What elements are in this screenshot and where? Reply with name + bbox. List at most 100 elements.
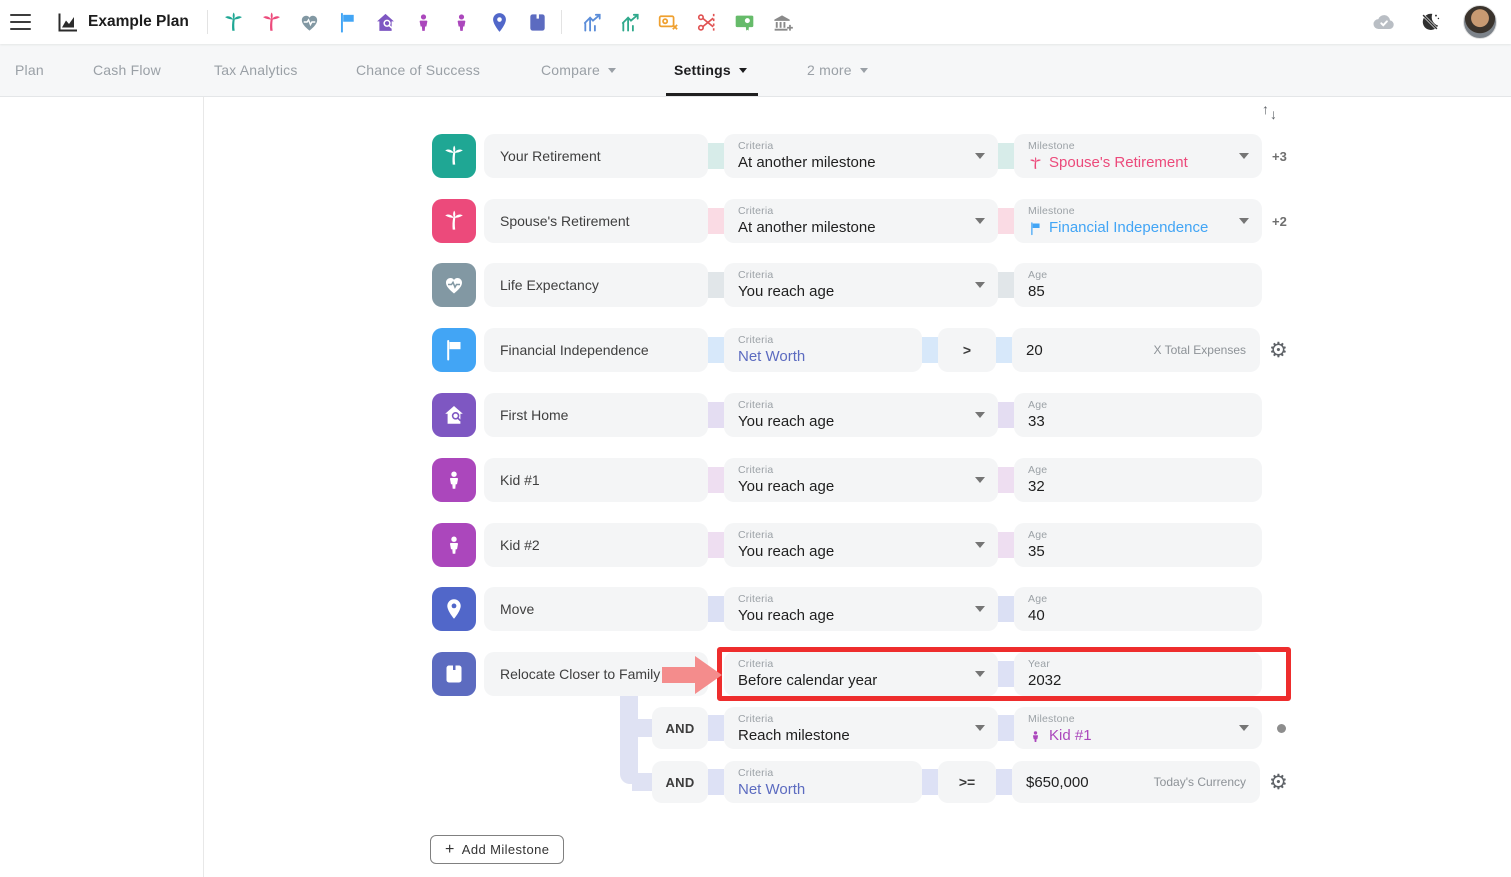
connector [708,769,724,795]
palm-icon[interactable] [260,11,283,34]
flag-icon[interactable] [336,11,359,34]
milestone-row: Spouse's Retirement Criteria At another … [432,199,1287,243]
age-field[interactable]: Age 33 [1014,393,1262,437]
tab-settings[interactable]: Settings [674,44,747,96]
chart-trend-icon[interactable] [581,11,604,34]
palm-icon[interactable] [432,134,476,178]
criteria-select[interactable]: Criteria You reach age [724,393,998,437]
chevron-down-icon [975,671,985,677]
connector [708,143,724,169]
criteria-select[interactable]: Criteria Net Worth [724,761,922,803]
connector [708,272,724,298]
heart-pulse-icon[interactable] [298,11,321,34]
pin-icon[interactable] [488,11,511,34]
value-field[interactable]: $650,000 Today's Currency [1012,761,1260,803]
condition-tree-connector [632,773,652,791]
chevron-down-icon [975,282,985,288]
milestone-row: First Home Criteria You reach age Age 33 [432,393,1262,437]
active-tab-indicator [666,93,758,96]
age-field[interactable]: Age 35 [1014,523,1262,567]
person-icon[interactable] [450,11,473,34]
chevron-down-icon [1239,725,1249,731]
person-icon[interactable] [432,523,476,567]
chevron-down-icon [860,68,868,73]
tab-cash-flow[interactable]: Cash Flow [93,44,161,96]
unit-suffix: X Total Expenses [1153,343,1246,357]
gear-icon[interactable]: ⚙ [1269,340,1288,361]
area-chart-logo-icon [56,10,80,34]
age-field[interactable]: Age 32 [1014,458,1262,502]
add-milestone-button[interactable]: + Add Milestone [430,835,564,864]
age-field[interactable]: Age 40 [1014,587,1262,631]
milestone-select[interactable]: Milestone Kid #1 [1014,707,1262,749]
tab-plan[interactable]: Plan [15,44,44,96]
scissors-icon[interactable] [695,11,718,34]
dark-mode-toggle-icon[interactable] [1419,11,1441,33]
milestone-row: Your Retirement Criteria At another mile… [432,134,1287,178]
gear-icon[interactable]: ⚙ [1269,772,1288,793]
house-search-icon[interactable] [374,11,397,34]
tab-tax-analytics[interactable]: Tax Analytics [214,44,298,96]
palm-icon[interactable] [222,11,245,34]
comparator-select[interactable]: >= [938,761,996,803]
pin-icon[interactable] [432,587,476,631]
criteria-select[interactable]: Criteria Net Worth [724,328,922,372]
bank-plus-icon[interactable] [771,11,794,34]
criteria-select[interactable]: Criteria You reach age [724,587,998,631]
chart-trend-icon[interactable] [619,11,642,34]
age-field[interactable]: Age 85 [1014,263,1262,307]
chevron-down-icon [975,725,985,731]
menu-icon[interactable] [10,14,31,30]
connector [998,272,1014,298]
milestone-name[interactable]: Your Retirement [484,134,708,178]
milestone-select[interactable]: Milestone Financial Independence [1014,199,1262,243]
milestone-select[interactable]: Milestone Spouse's Retirement [1014,134,1262,178]
milestone-name[interactable]: First Home [484,393,708,437]
person-icon[interactable] [432,458,476,502]
milestone-icon-strip [222,0,549,44]
palm-icon[interactable] [432,199,476,243]
criteria-select[interactable]: Criteria You reach age [724,523,998,567]
connector [996,337,1012,363]
milestone-name[interactable]: Spouse's Retirement [484,199,708,243]
criteria-select[interactable]: Criteria Reach milestone [724,707,998,749]
comparator-select[interactable]: > [938,328,996,372]
heart-pulse-icon[interactable] [432,263,476,307]
connector [708,467,724,493]
certificate-icon[interactable] [733,11,756,34]
milestone-row: Move Criteria You reach age Age 40 [432,587,1262,631]
flag-icon [1028,221,1043,236]
criteria-select[interactable]: Criteria At another milestone [724,199,998,243]
person-icon[interactable] [412,11,435,34]
milestone-name[interactable]: Kid #2 [484,523,708,567]
milestone-name[interactable]: Kid #1 [484,458,708,502]
card-x-icon[interactable] [657,11,680,34]
tab-more[interactable]: 2 more [807,44,868,96]
box-icon[interactable] [432,652,476,696]
chevron-down-icon [1239,218,1249,224]
milestone-name[interactable]: Financial Independence [484,328,708,372]
box-icon[interactable] [526,11,549,34]
plus-icon: + [445,842,455,858]
tab-compare[interactable]: Compare [541,44,616,96]
connector [998,467,1014,493]
sort-arrows-icon[interactable]: ↑↓ [1261,101,1287,127]
value-field[interactable]: 20 X Total Expenses [1012,328,1260,372]
house-search-icon[interactable] [432,393,476,437]
tab-chance-of-success[interactable]: Chance of Success [356,44,480,96]
criteria-select[interactable]: Criteria At another milestone [724,134,998,178]
flag-icon[interactable] [432,328,476,372]
connector [708,208,724,234]
user-avatar[interactable] [1463,5,1497,39]
milestone-name[interactable]: Move [484,587,708,631]
year-field[interactable]: Year 2032 [1014,652,1262,696]
drag-dot-icon[interactable] [1277,724,1286,733]
connector [922,769,938,795]
and-condition-row: AND Criteria Net Worth >= $650,000 Today… [652,761,1288,803]
criteria-select[interactable]: Criteria You reach age [724,458,998,502]
milestone-name[interactable]: Life Expectancy [484,263,708,307]
chevron-down-icon [1239,153,1249,159]
criteria-select[interactable]: Criteria You reach age [724,263,998,307]
toolbar-divider [561,10,562,34]
criteria-select[interactable]: Criteria Before calendar year [724,652,998,696]
